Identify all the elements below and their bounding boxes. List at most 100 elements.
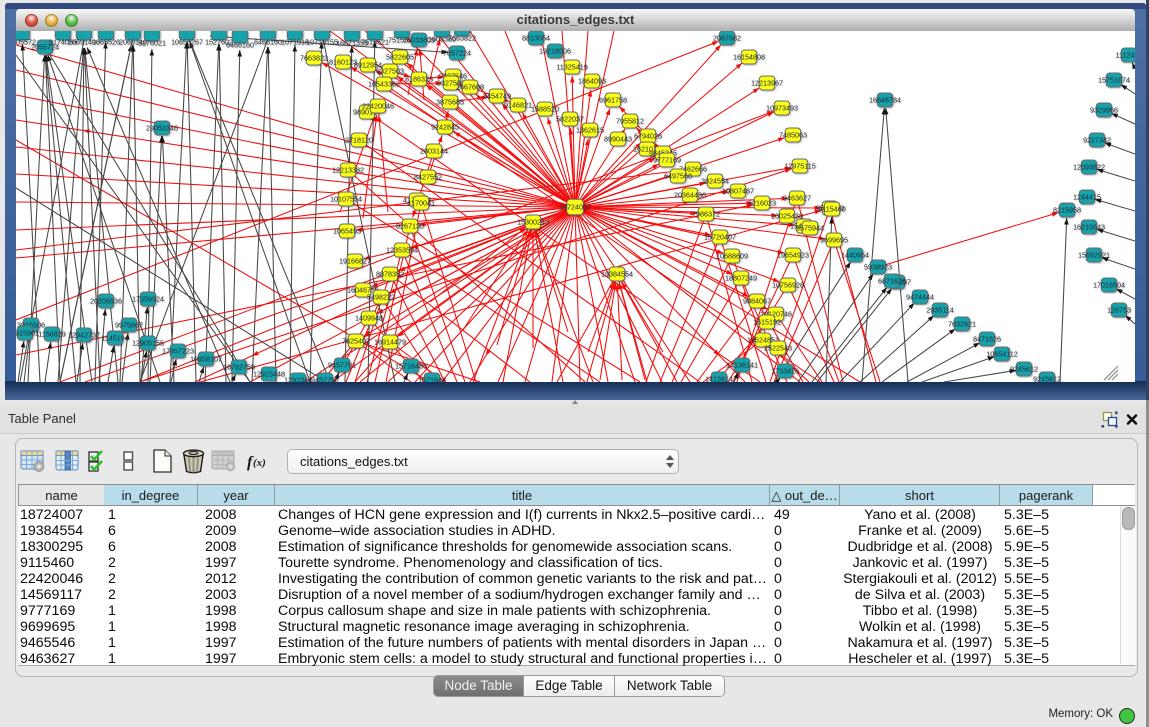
svg-text:9457791: 9457791 — [328, 360, 356, 369]
svg-text:9245612: 9245612 — [1010, 364, 1038, 373]
svg-text:12353594: 12353594 — [386, 245, 418, 254]
svg-text:9474444: 9474444 — [906, 292, 934, 301]
svg-text:10807487: 10807487 — [722, 186, 754, 195]
svg-text:6794028: 6794028 — [634, 131, 662, 140]
svg-text:18807249: 18807249 — [725, 273, 757, 282]
svg-text:16543362: 16543362 — [368, 79, 400, 88]
svg-text:9227342: 9227342 — [1083, 135, 1111, 144]
svg-text:2803144: 2803144 — [420, 146, 448, 155]
svg-text:10655267: 10655267 — [171, 38, 203, 47]
svg-text:7485063: 7485063 — [779, 130, 807, 139]
svg-text:16648784: 16648784 — [869, 95, 901, 104]
svg-text:2718120: 2718120 — [345, 135, 373, 144]
svg-text:1112437: 1112437 — [1116, 50, 1135, 59]
svg-text:1156829: 1156829 — [38, 329, 65, 338]
svg-text:15720407: 15720407 — [704, 232, 736, 241]
svg-text:1413614: 1413614 — [705, 374, 733, 382]
svg-text:16210643: 16210643 — [1073, 222, 1105, 231]
svg-text:6466160: 6466160 — [254, 38, 282, 47]
svg-text:22420046: 22420046 — [362, 101, 394, 110]
svg-text:12975115: 12975115 — [784, 161, 815, 170]
svg-text:1065493: 1065493 — [333, 226, 361, 235]
svg-text:16914479: 16914479 — [374, 337, 406, 346]
svg-text:9242845: 9242845 — [431, 122, 459, 131]
svg-text:16782759: 16782759 — [223, 362, 255, 371]
svg-text:8878352: 8878352 — [376, 269, 404, 278]
svg-text:2935114: 2935114 — [926, 305, 953, 314]
svg-text:7663822: 7663822 — [448, 34, 476, 43]
svg-text:15716485: 15716485 — [395, 361, 427, 370]
svg-text:10958107: 10958107 — [190, 354, 222, 363]
svg-text:9115460: 9115460 — [818, 204, 845, 213]
svg-text:10973493: 10973493 — [766, 103, 798, 112]
svg-text:15692921: 15692921 — [1078, 250, 1110, 259]
svg-text:9975867: 9975867 — [115, 320, 143, 329]
svg-text:6871626: 6871626 — [878, 276, 906, 285]
svg-text:12905155: 12905155 — [132, 338, 164, 347]
svg-text:1588520: 1588520 — [531, 104, 559, 113]
svg-text:15751074: 15751074 — [1098, 75, 1130, 84]
svg-text:8160123: 8160123 — [329, 57, 357, 66]
svg-text:14136141: 14136141 — [726, 360, 758, 369]
svg-text:1244415: 1244415 — [1073, 192, 1101, 201]
svg-text:3915961: 3915961 — [16, 328, 39, 337]
svg-text:15300213: 15300213 — [517, 217, 549, 226]
svg-text:8471626: 8471626 — [973, 334, 1001, 343]
svg-text:10107554: 10107554 — [330, 194, 362, 203]
svg-text:1145194: 1145194 — [101, 333, 128, 342]
svg-text:6961758: 6961758 — [599, 95, 627, 104]
svg-text:9245612: 9245612 — [1033, 374, 1061, 382]
svg-text:8215958: 8215958 — [1053, 205, 1081, 214]
svg-text:5276021: 5276021 — [138, 39, 166, 48]
svg-text:10654112: 10654112 — [986, 349, 1017, 358]
svg-text:(x): (x) — [253, 457, 266, 469]
svg-text:9084067: 9084067 — [743, 296, 771, 305]
svg-text:9777169: 9777169 — [653, 155, 681, 164]
svg-text:1571648: 1571648 — [418, 375, 446, 382]
svg-text:8813054: 8813054 — [522, 33, 550, 42]
svg-text:29053346: 29053346 — [146, 123, 178, 132]
svg-text:18724007: 18724007 — [559, 202, 591, 211]
svg-text:2522543: 2522543 — [764, 343, 792, 352]
svg-text:1864093: 1864093 — [578, 76, 606, 85]
svg-text:7632621: 7632621 — [948, 319, 976, 328]
svg-text:5938923: 5938923 — [864, 262, 892, 271]
svg-text:10688609: 10688609 — [716, 251, 748, 260]
svg-text:19384554: 19384554 — [601, 269, 633, 278]
svg-text:9327503: 9327503 — [376, 66, 404, 75]
svg-text:19166827: 19166827 — [339, 256, 371, 265]
svg-text:9146821: 9146821 — [504, 100, 532, 109]
svg-text:16154808: 16154808 — [733, 52, 765, 61]
svg-text:9329966: 9329966 — [1090, 105, 1118, 114]
svg-text:19218506: 19218506 — [539, 46, 571, 55]
svg-text:12942737: 12942737 — [68, 330, 100, 339]
svg-text:7625402: 7625402 — [342, 336, 370, 345]
svg-text:1615192: 1615192 — [753, 317, 781, 326]
svg-text:9463627: 9463627 — [783, 193, 811, 202]
svg-text:7663822: 7663822 — [300, 53, 328, 62]
svg-text:9457791: 9457791 — [311, 375, 339, 382]
svg-text:12923448: 12923448 — [253, 369, 285, 378]
svg-text:10719155: 10719155 — [306, 38, 338, 47]
svg-text:6216023: 6216023 — [748, 198, 776, 207]
svg-text:8454749: 8454749 — [483, 91, 511, 100]
svg-text:2087682: 2087682 — [713, 33, 741, 42]
svg-text:7515521: 7515521 — [361, 38, 389, 47]
svg-text:17359924: 17359924 — [132, 294, 164, 303]
svg-text:7955812: 7955812 — [616, 116, 644, 125]
svg-text:1292344: 1292344 — [284, 375, 312, 382]
svg-text:1440954: 1440954 — [841, 250, 869, 259]
svg-text:8186323: 8186323 — [405, 74, 433, 83]
svg-text:11325419: 11325419 — [556, 62, 587, 71]
svg-text:9699695: 9699695 — [820, 235, 848, 244]
svg-text:7986372: 7986372 — [692, 209, 720, 218]
svg-text:12093822: 12093822 — [1073, 162, 1105, 171]
svg-text:8990443: 8990443 — [604, 134, 632, 143]
svg-text:5822037: 5822037 — [556, 114, 584, 123]
svg-text:20364436: 20364436 — [674, 190, 706, 199]
svg-text:8267130: 8267130 — [396, 221, 424, 230]
svg-text:5822605: 5822605 — [386, 52, 414, 61]
svg-text:5498222: 5498222 — [367, 292, 395, 301]
svg-text:1409948: 1409948 — [355, 313, 383, 322]
svg-text:3875685: 3875685 — [436, 97, 464, 106]
